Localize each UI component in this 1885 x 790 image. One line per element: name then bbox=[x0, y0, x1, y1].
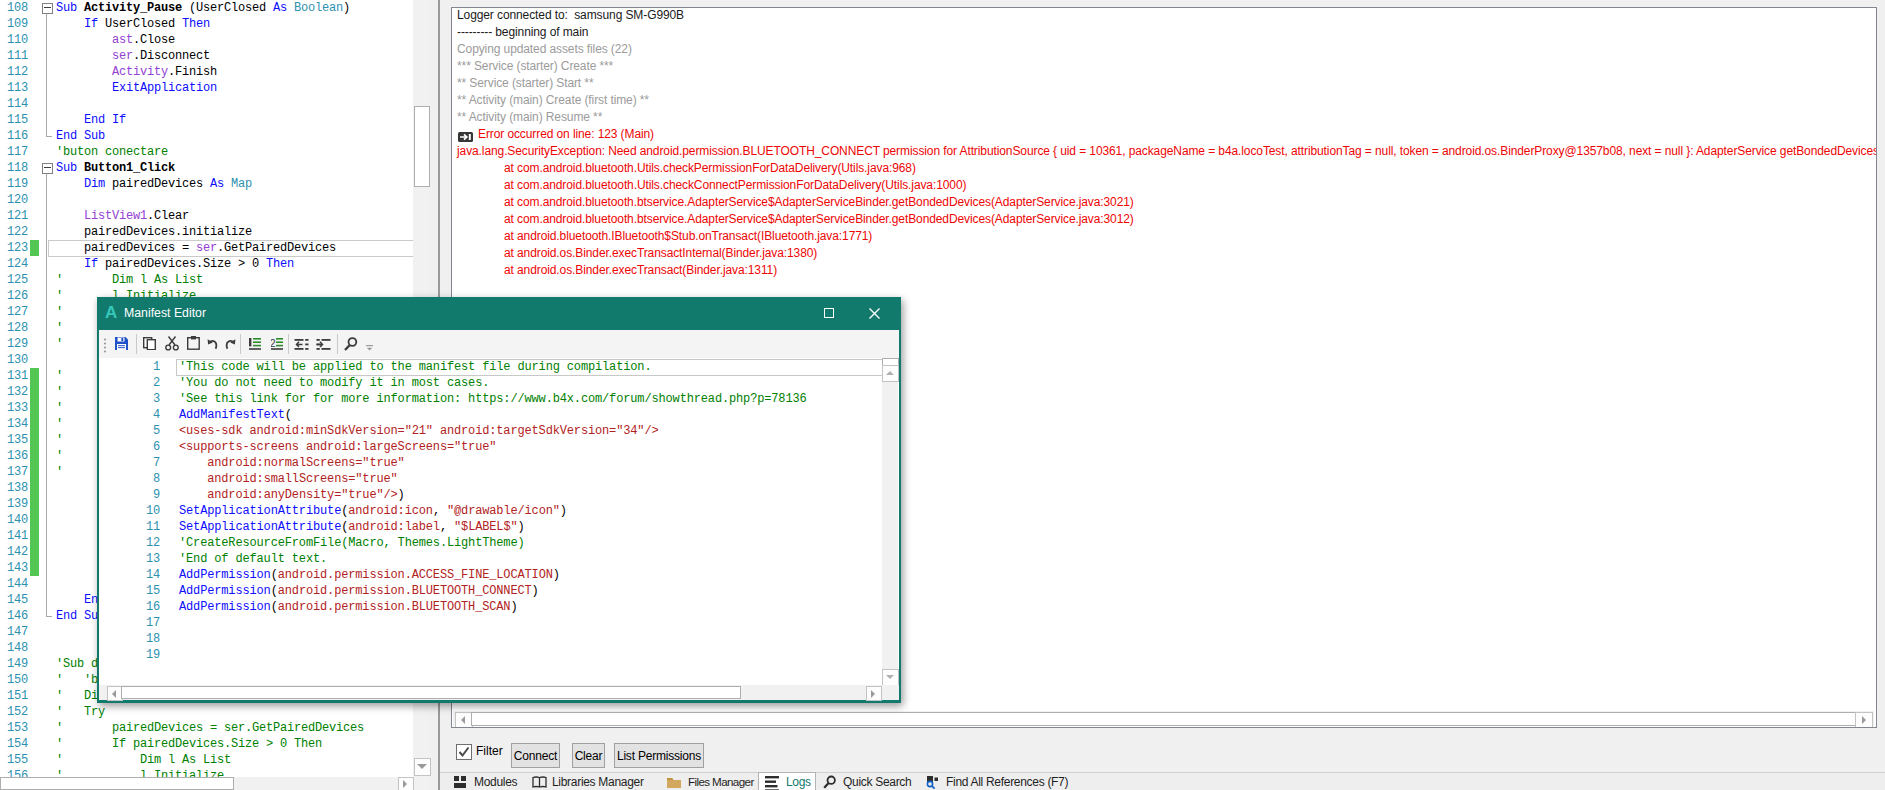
svg-text:2: 2 bbox=[271, 338, 276, 349]
